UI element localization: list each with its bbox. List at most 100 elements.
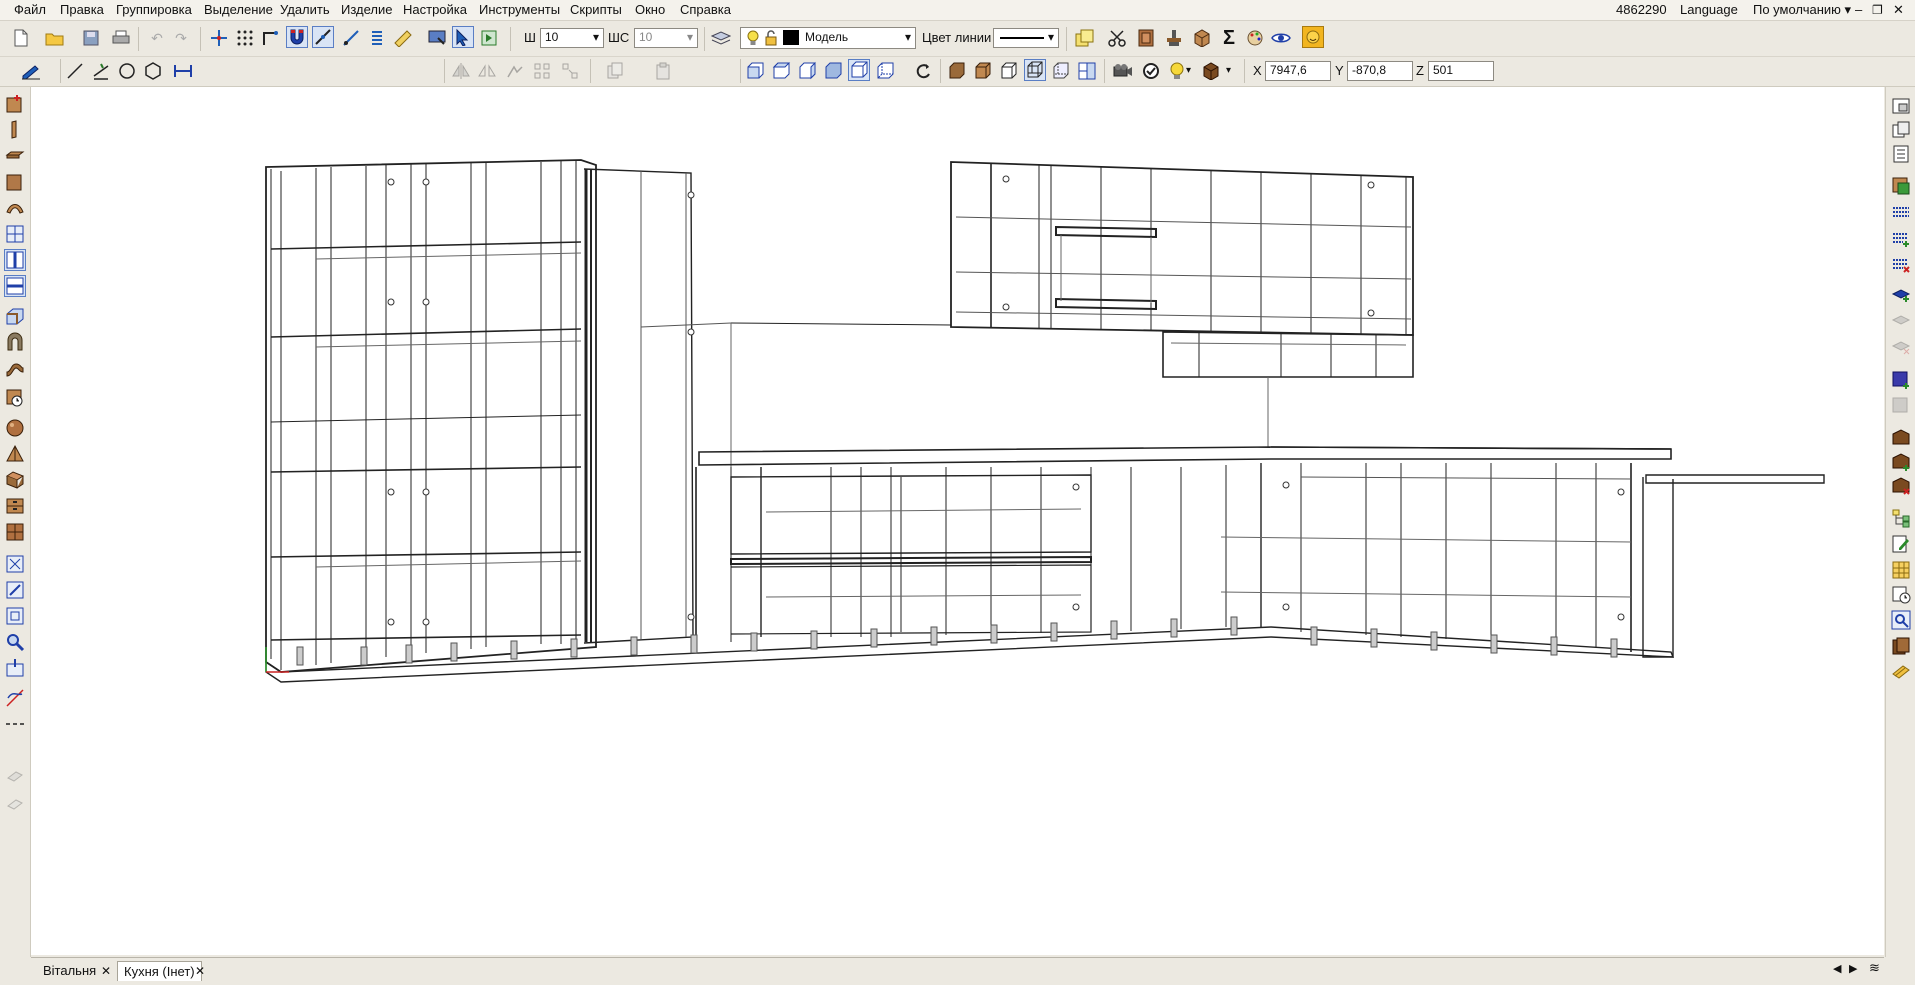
width-field[interactable]: 10 ▾ [540, 28, 604, 48]
drill-icon[interactable] [1163, 27, 1185, 49]
table-grid-icon[interactable] [1890, 559, 1912, 581]
horizontal-divider-icon[interactable] [4, 275, 26, 297]
view-isometric-icon[interactable] [848, 59, 870, 81]
window-panel-icon[interactable] [1890, 95, 1912, 117]
coord-z-field[interactable]: 501 [1428, 61, 1494, 81]
screen-pointer-icon[interactable] [426, 27, 448, 49]
chevron-down-icon[interactable]: ▾ [1226, 65, 1231, 76]
arch-panel-icon[interactable] [4, 331, 26, 353]
layer-remove-icon[interactable] [1890, 335, 1912, 357]
new-file-icon[interactable] [10, 27, 32, 49]
menu-help[interactable]: Справка [680, 2, 731, 18]
save-icon[interactable] [80, 27, 102, 49]
cabinet-layout-icon[interactable] [4, 521, 26, 543]
hierarchy-icon[interactable] [1890, 507, 1912, 529]
paste-icon[interactable] [652, 60, 674, 82]
ruler-icon[interactable] [392, 27, 414, 49]
array-move-icon[interactable] [560, 60, 582, 82]
select-cursor-icon[interactable] [452, 26, 474, 48]
menu-tools[interactable]: Инструменты [479, 2, 560, 18]
menu-settings[interactable]: Настройка [403, 2, 467, 18]
edit-list-icon[interactable] [1890, 533, 1912, 555]
layer-move-icon[interactable] [1890, 309, 1912, 331]
render-solid-icon[interactable] [946, 60, 968, 82]
view-front-icon[interactable] [744, 60, 766, 82]
module-add-icon[interactable] [1890, 451, 1912, 473]
layers-icon[interactable] [710, 27, 732, 49]
tab-kitchen[interactable]: Кухня (Інет) [117, 961, 202, 981]
extrude-profile-icon[interactable] [4, 305, 26, 327]
tab-vitalnia[interactable]: Вітальня [37, 961, 102, 981]
smiley-icon[interactable] [1302, 26, 1324, 48]
snap-point-icon[interactable] [340, 27, 362, 49]
drawer-icon[interactable] [4, 495, 26, 517]
menu-delete[interactable]: Удалить [280, 2, 330, 18]
material-box-icon[interactable] [1200, 60, 1222, 82]
materials-library-icon[interactable] [1890, 635, 1912, 657]
minimize-window-icon[interactable]: – [1855, 2, 1862, 18]
search-icon[interactable] [1890, 609, 1912, 631]
front-panel-icon[interactable] [4, 171, 26, 193]
layer-select[interactable]: Модель ▾ [740, 27, 916, 49]
check-circle-icon[interactable] [1140, 60, 1162, 82]
tab-scroll-left-icon[interactable]: ◀ [1833, 962, 1841, 975]
menu-product[interactable]: Изделие [341, 2, 392, 18]
close-window-icon[interactable]: ✕ [1893, 2, 1904, 18]
eye-icon[interactable] [1270, 27, 1292, 49]
palette-icon[interactable] [1244, 27, 1266, 49]
menu-edit[interactable]: Правка [60, 2, 104, 18]
menu-window[interactable]: Окно [635, 2, 665, 18]
horizontal-panel-icon[interactable] [4, 145, 26, 167]
pyramid-icon[interactable] [4, 443, 26, 465]
open-folder-icon[interactable] [44, 27, 66, 49]
module-open-icon[interactable] [1890, 427, 1912, 449]
light-bulb-icon[interactable] [1166, 60, 1188, 82]
export-panel-icon[interactable] [1890, 175, 1912, 197]
menu-file[interactable]: Файл [14, 2, 46, 18]
chevron-down-icon[interactable]: ▾ [1186, 65, 1191, 76]
pan-view-icon[interactable] [4, 657, 26, 679]
menu-grouping[interactable]: Группировка [116, 2, 192, 18]
render-wireframe-icon[interactable] [1024, 59, 1046, 81]
line-width-field[interactable]: 10 ▾ [634, 28, 698, 48]
schedule-icon[interactable] [1890, 583, 1912, 605]
tab-scroll-right-icon[interactable]: ▶ [1849, 962, 1857, 975]
cabinet-door-icon[interactable] [1135, 27, 1157, 49]
sticky-notes-icon[interactable] [1074, 27, 1096, 49]
view-top-icon[interactable] [770, 60, 792, 82]
cut-section-icon[interactable] [4, 687, 26, 709]
copy-icon[interactable] [604, 60, 626, 82]
cabinet-frame-icon[interactable] [4, 223, 26, 245]
texture-edit-icon[interactable] [1890, 395, 1912, 417]
camera-icon[interactable] [1112, 60, 1134, 82]
frame-select-icon[interactable] [478, 27, 500, 49]
snap-corner-icon[interactable] [260, 27, 282, 49]
list-view-icon[interactable] [1890, 143, 1912, 165]
coord-y-field[interactable]: -870,8 [1347, 61, 1413, 81]
circle-tool-icon[interactable] [116, 60, 138, 82]
hexagon-tool-icon[interactable] [142, 60, 164, 82]
group-panel-icon[interactable] [4, 765, 26, 787]
tab-overflow-icon[interactable]: ≋ [1869, 960, 1880, 976]
offset-line-icon[interactable] [90, 60, 112, 82]
view-back-icon[interactable] [822, 60, 844, 82]
menu-scripts[interactable]: Скрипты [570, 2, 622, 18]
menu-selection[interactable]: Выделение [204, 2, 273, 18]
price-list-icon[interactable] [1890, 661, 1912, 683]
split-view-icon[interactable] [1076, 60, 1098, 82]
edge-banding-icon[interactable] [1890, 201, 1912, 223]
magnet-icon[interactable] [286, 26, 308, 48]
box-3d-icon[interactable] [1191, 27, 1213, 49]
line-tool-icon[interactable] [64, 60, 86, 82]
render-shaded-icon[interactable] [972, 60, 994, 82]
spring-icon[interactable] [366, 27, 388, 49]
render-transparent-icon[interactable] [1050, 60, 1072, 82]
sum-icon[interactable]: Σ [1218, 27, 1240, 49]
mirror-copy-icon[interactable] [476, 60, 498, 82]
close-icon[interactable]: ✕ [195, 961, 205, 981]
layer-add-icon[interactable] [1890, 283, 1912, 305]
line-style-select[interactable]: ▾ [993, 28, 1059, 48]
mirror-icon[interactable] [450, 60, 472, 82]
dashed-line-icon[interactable] [4, 713, 26, 735]
vertical-panel-icon[interactable] [4, 119, 26, 141]
